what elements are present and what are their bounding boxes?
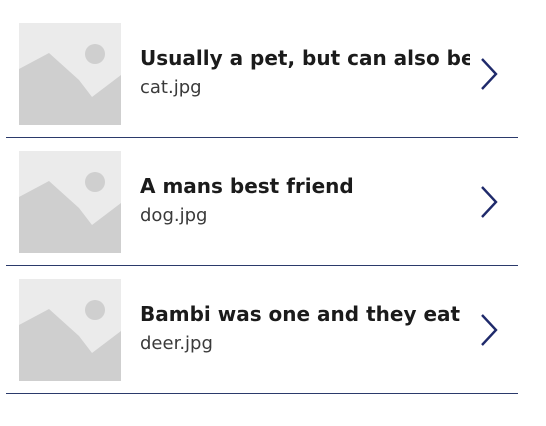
item-subtitle: cat.jpg (140, 77, 202, 98)
chevron-right-icon[interactable] (476, 54, 504, 94)
item-title: Bambi was one and they eat (140, 302, 461, 326)
image-placeholder-icon (19, 151, 121, 253)
gallery-item[interactable]: A mans best friend dog.jpg (6, 138, 518, 266)
image-placeholder-icon (19, 23, 121, 125)
chevron-right-icon[interactable] (476, 310, 504, 350)
gallery-item[interactable]: Bambi was one and they eat deer.jpg (6, 266, 518, 394)
gallery-item[interactable]: Usually a pet, but can also be a cat.jpg (6, 10, 518, 138)
item-subtitle: deer.jpg (140, 333, 213, 354)
item-subtitle: dog.jpg (140, 205, 208, 226)
chevron-right-icon[interactable] (476, 182, 504, 222)
item-title: A mans best friend (140, 174, 354, 198)
item-title: Usually a pet, but can also be a (140, 46, 470, 70)
gallery: Usually a pet, but can also be a cat.jpg… (6, 10, 518, 394)
image-placeholder-icon (19, 279, 121, 381)
